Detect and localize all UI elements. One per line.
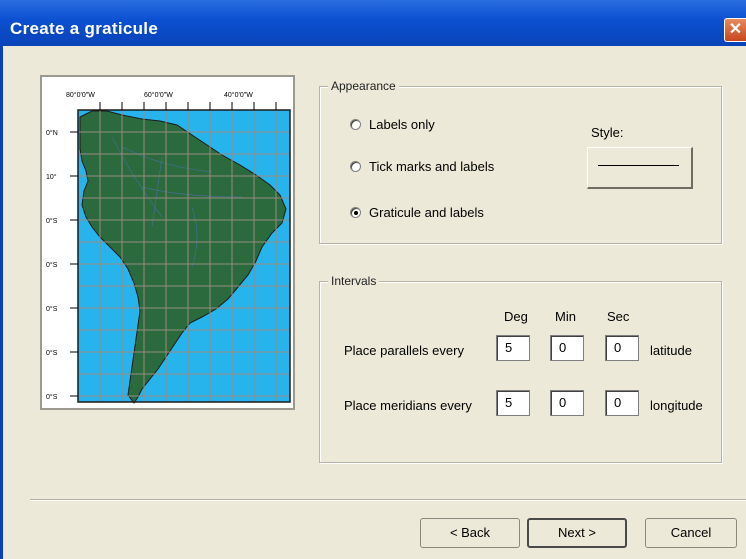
left-label-5: 0°S xyxy=(46,305,58,313)
back-button[interactable]: < Back xyxy=(420,518,520,548)
meridians-min-input[interactable]: 0 xyxy=(550,390,584,416)
next-button[interactable]: Next > xyxy=(527,518,627,548)
left-tick-marks xyxy=(70,131,78,397)
style-label: Style: xyxy=(591,125,624,140)
radio-label: Tick marks and labels xyxy=(369,159,495,174)
radio-label: Graticule and labels xyxy=(369,205,484,220)
left-label-7: 0°S xyxy=(46,393,58,401)
line-style-preview xyxy=(598,165,679,166)
min-header: Min xyxy=(555,309,576,324)
left-label-4: 0°S xyxy=(46,261,58,269)
left-label-2: 10° xyxy=(46,173,57,181)
intervals-legend: Intervals xyxy=(328,274,380,288)
parallels-label: Place parallels every xyxy=(344,343,464,358)
radio-graticule-and-labels[interactable]: Graticule and labels xyxy=(350,205,484,220)
radio-label: Labels only xyxy=(369,117,435,132)
left-label-1: 0°N xyxy=(46,129,58,137)
parallels-sec-input[interactable]: 0 xyxy=(605,335,639,361)
meridians-label: Place meridians every xyxy=(344,398,472,413)
top-label-2: 60°0'0"W xyxy=(144,91,173,99)
meridians-sec-input[interactable]: 0 xyxy=(605,390,639,416)
radio-button[interactable] xyxy=(350,161,361,172)
cancel-button[interactable]: Cancel xyxy=(645,518,737,548)
intervals-group: Intervals Deg Min Sec Place parallels ev… xyxy=(319,274,722,463)
top-label-3: 40°0'0"W xyxy=(224,91,253,99)
appearance-group: Appearance Labels only Tick marks and la… xyxy=(319,79,722,244)
parallels-min-input[interactable]: 0 xyxy=(550,335,584,361)
deg-header: Deg xyxy=(504,309,528,324)
meridians-unit: longitude xyxy=(650,398,703,413)
window-left-border xyxy=(0,46,3,559)
radio-tick-marks-and-labels[interactable]: Tick marks and labels xyxy=(350,159,494,174)
sec-header: Sec xyxy=(607,309,630,324)
radio-button-selected[interactable] xyxy=(350,207,361,218)
footer-separator xyxy=(30,499,746,501)
line-style-button[interactable] xyxy=(587,147,693,189)
left-label-3: 0°S xyxy=(46,217,58,225)
window-title: Create a graticule xyxy=(10,19,159,38)
top-tick-marks xyxy=(99,102,277,110)
graticule-preview: 80°0'0"W 60°0'0"W 40°0'0"W 0°N 10° 0°S 0… xyxy=(40,75,295,410)
top-label-1: 80°0'0"W xyxy=(66,91,95,99)
parallels-deg-input[interactable]: 5 xyxy=(496,335,530,361)
close-icon[interactable]: ✕ xyxy=(724,18,746,42)
left-label-6: 0°S xyxy=(46,349,58,357)
title-bar: Create a graticule ✕ xyxy=(0,0,746,46)
parallels-unit: latitude xyxy=(650,343,692,358)
map-preview-svg: 80°0'0"W 60°0'0"W 40°0'0"W 0°N 10° 0°S 0… xyxy=(46,91,291,404)
radio-button[interactable] xyxy=(350,119,361,130)
meridians-deg-input[interactable]: 5 xyxy=(496,390,530,416)
appearance-legend: Appearance xyxy=(328,79,399,93)
radio-labels-only[interactable]: Labels only xyxy=(350,117,435,132)
